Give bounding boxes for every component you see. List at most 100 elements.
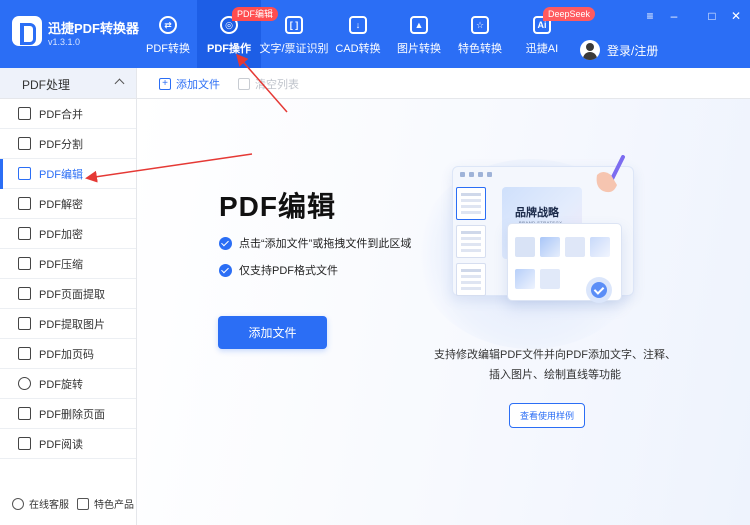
nav-cad[interactable]: ↓ CAD转换 xyxy=(326,0,390,68)
unlock-icon xyxy=(18,197,31,210)
toolbar: + 添加文件 清空列表 xyxy=(137,68,750,99)
sidebar-item-merge[interactable]: PDF合并 xyxy=(0,99,136,129)
sidebar-item-label: PDF加密 xyxy=(39,228,83,241)
nav-label: PDF转换 xyxy=(146,43,190,55)
sidebar-item-rotate[interactable]: PDF旋转 xyxy=(0,369,136,399)
toolbar-clear-list-button[interactable]: 清空列表 xyxy=(238,76,299,92)
add-file-button[interactable]: 添加文件 xyxy=(218,316,327,349)
app-version: v1.3.1.0 xyxy=(48,37,81,47)
cad-icon: ↓ xyxy=(349,16,367,34)
sidebar-item-label: PDF解密 xyxy=(39,198,83,211)
sidebar-item-image-extract[interactable]: PDF提取图片 xyxy=(0,309,136,339)
nav-badge-deepseek: DeepSeek xyxy=(543,7,596,21)
poster-title: 品牌战略 xyxy=(515,207,559,219)
add-file-icon: + xyxy=(159,78,171,90)
sidebar-item-read[interactable]: PDF阅读 xyxy=(0,429,136,459)
sidebar-item-encrypt[interactable]: PDF加密 xyxy=(0,219,136,249)
sidebar-item-label: PDF合并 xyxy=(39,108,83,121)
sidebar-item-label: PDF提取图片 xyxy=(39,318,105,331)
nav-image[interactable]: ▲ 图片转换 xyxy=(387,0,451,68)
app-logo-icon xyxy=(12,16,42,46)
trash-icon xyxy=(238,78,250,90)
thumbnail xyxy=(456,187,486,220)
illustration-toolbar-dots xyxy=(460,172,492,177)
sidebar-item-compress[interactable]: PDF压缩 xyxy=(0,249,136,279)
top-bar: 迅捷PDF转换器 v1.3.1.0 ⇄ PDF转换 ◎ PDF操作 PDF编辑 … xyxy=(0,0,750,68)
tile xyxy=(515,237,535,257)
nav-label: 图片转换 xyxy=(397,43,441,55)
minimize-button[interactable]: – xyxy=(666,8,682,24)
split-icon xyxy=(18,137,31,150)
hint-text: 点击“添加文件”或拖拽文件到此区域 xyxy=(239,238,412,250)
sidebar: PDF处理 PDF合并 PDF分割 PDF编辑 PDF解密 PDF加密 PDF压… xyxy=(0,68,137,525)
image-extract-icon xyxy=(18,317,31,330)
nav-pdf-convert[interactable]: ⇄ PDF转换 xyxy=(136,0,200,68)
sidebar-item-label: PDF删除页面 xyxy=(39,408,105,421)
nav-ocr[interactable]: [ ] 文字/票证识别 xyxy=(258,0,330,68)
page-extract-icon xyxy=(18,287,31,300)
nav-special[interactable]: ☆ 特色转换 xyxy=(448,0,512,68)
compress-icon xyxy=(18,257,31,270)
hint-row: 点击“添加文件”或拖拽文件到此区域 xyxy=(219,235,411,251)
nav-label: 迅捷AI xyxy=(525,43,559,55)
maximize-button[interactable]: □ xyxy=(704,8,720,24)
sidebar-item-label: PDF加页码 xyxy=(39,348,94,361)
view-example-button[interactable]: 查看使用样例 xyxy=(509,403,585,428)
sidebar-section-title: PDF处理 xyxy=(22,78,71,92)
tile xyxy=(540,269,560,289)
login-label: 登录/注册 xyxy=(607,43,659,58)
sidebar-section-header[interactable]: PDF处理 xyxy=(0,68,136,99)
book-icon xyxy=(18,437,31,450)
app-name: 迅捷PDF转换器 xyxy=(48,21,140,36)
convert-icon: ⇄ xyxy=(159,16,177,34)
description-line: 支持修改编辑PDF文件并向PDF添加文字、注释、 xyxy=(434,349,676,361)
check-circle-icon xyxy=(219,236,232,250)
tile xyxy=(540,237,560,257)
sidebar-item-split[interactable]: PDF分割 xyxy=(0,129,136,159)
drop-area[interactable]: PDF编辑 点击“添加文件”或拖拽文件到此区域 仅支持PDF格式文件 添加文件 … xyxy=(137,99,750,525)
menu-icon[interactable]: ≡ xyxy=(642,8,658,24)
featured-products-button[interactable]: 特色产品 xyxy=(77,496,134,511)
hint-row: 仅支持PDF格式文件 xyxy=(219,262,338,278)
footer-label: 特色产品 xyxy=(94,500,134,511)
nav-label: 特色转换 xyxy=(458,43,502,55)
image-icon: ▲ xyxy=(410,16,428,34)
sidebar-item-decrypt[interactable]: PDF解密 xyxy=(0,189,136,219)
toolbar-add-file-button[interactable]: + 添加文件 xyxy=(159,76,220,92)
sidebar-item-label: PDF旋转 xyxy=(39,378,83,391)
merge-icon xyxy=(18,107,31,120)
sidebar-item-page-number[interactable]: PDF加页码 xyxy=(0,339,136,369)
sidebar-item-label: PDF页面提取 xyxy=(39,288,105,301)
nav-label: 文字/票证识别 xyxy=(259,43,329,55)
tile xyxy=(590,237,610,257)
headset-icon xyxy=(12,497,24,510)
thumbnail xyxy=(456,263,486,296)
sidebar-item-delete-page[interactable]: PDF删除页面 xyxy=(0,399,136,429)
footer-label: 在线客服 xyxy=(29,500,69,511)
thumbnail xyxy=(456,225,486,258)
shield-icon xyxy=(18,227,31,240)
toolbar-label: 清空列表 xyxy=(255,79,299,91)
delete-page-icon xyxy=(18,407,31,420)
sidebar-item-label: PDF阅读 xyxy=(39,438,83,451)
tile xyxy=(565,237,585,257)
check-badge-icon xyxy=(586,277,612,303)
toolbar-label: 添加文件 xyxy=(176,79,220,91)
rotate-icon xyxy=(18,377,31,390)
close-button[interactable]: ✕ xyxy=(728,8,744,24)
check-circle-icon xyxy=(219,263,232,277)
online-support-button[interactable]: 在线客服 xyxy=(12,496,69,511)
hint-text: 仅支持PDF格式文件 xyxy=(239,265,338,277)
description-line: 插入图片、绘制直线等功能 xyxy=(489,369,621,381)
page-title: PDF编辑 xyxy=(219,191,337,222)
login-register[interactable]: 登录/注册 xyxy=(580,40,658,60)
illustration-thumbnails xyxy=(456,187,488,297)
nav-label: PDF操作 xyxy=(207,43,251,55)
products-icon xyxy=(77,497,89,510)
sidebar-item-label: PDF分割 xyxy=(39,138,83,151)
sidebar-item-label: PDF压缩 xyxy=(39,258,83,271)
sidebar-item-edit[interactable]: PDF编辑 xyxy=(0,159,136,189)
chevron-up-icon xyxy=(114,78,125,89)
sidebar-item-label: PDF编辑 xyxy=(39,168,83,181)
sidebar-item-page-extract[interactable]: PDF页面提取 xyxy=(0,279,136,309)
